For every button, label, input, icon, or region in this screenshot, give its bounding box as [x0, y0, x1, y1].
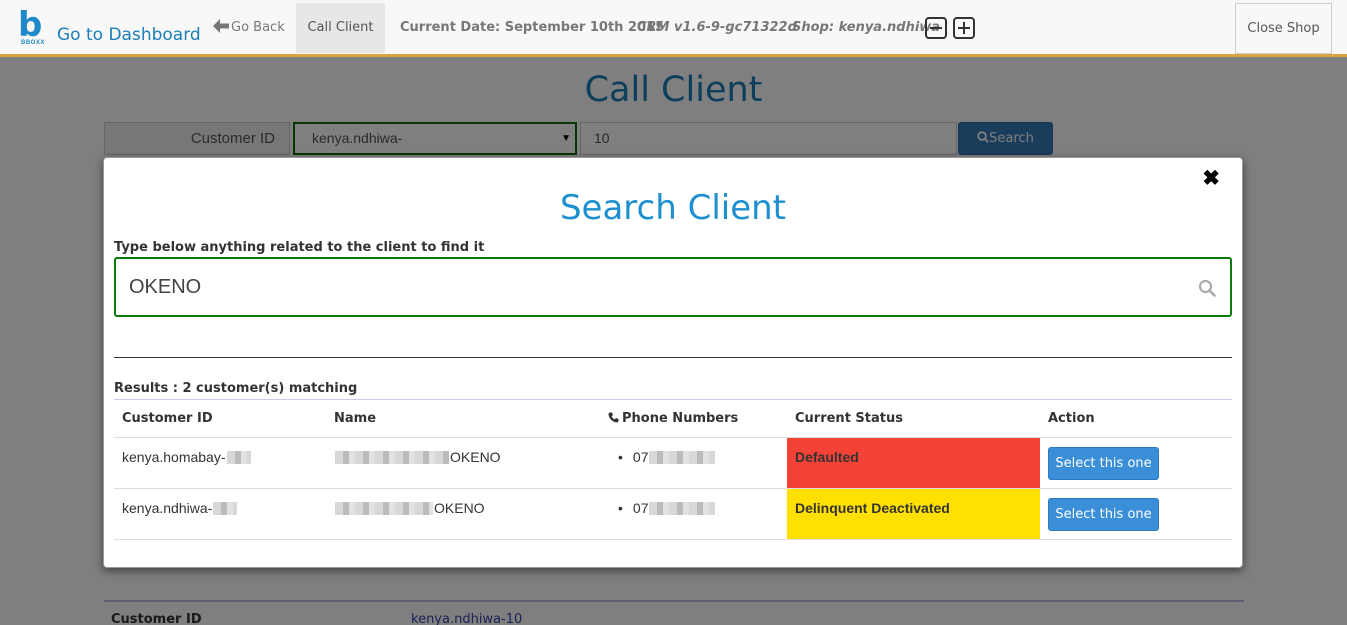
column-header-phone: Phone Numbers: [600, 400, 787, 438]
column-header-status: Current Status: [787, 400, 1040, 438]
customer-id-cell: kenya.homabay-: [114, 437, 326, 489]
select-this-one-button[interactable]: Select this one: [1048, 446, 1159, 480]
redacted-text: [226, 451, 251, 465]
column-header-phone-label: Phone Numbers: [622, 410, 739, 426]
phone-value: 07: [632, 448, 649, 465]
column-header-customer-id: Customer ID: [114, 400, 326, 438]
redacted-text: [649, 502, 716, 516]
search-instruction: Type below anything related to the clien…: [114, 240, 485, 255]
current-date: Current Date: September 10th 2015: [400, 20, 665, 35]
go-back-link[interactable]: Go Back: [213, 3, 285, 53]
customer-id-cell: kenya.ndhiwa-: [114, 488, 326, 540]
redacted-text: [649, 451, 716, 465]
phone-cell: 07: [600, 437, 787, 489]
logo-text: BBOXX: [21, 40, 45, 46]
close-shop-button[interactable]: Close Shop: [1235, 3, 1332, 54]
action-cell: Select this one: [1040, 488, 1232, 540]
phone-item: 07: [618, 449, 787, 465]
results-table: Customer ID Name Phone Numbers Current S…: [114, 400, 1232, 540]
logo-b-glyph: b: [18, 5, 43, 45]
table-row: kenya.ndhiwa- OKENO 07 Delinquent Deacti…: [114, 488, 1232, 540]
table-row: kenya.homabay- OKENO 07 Defaulted Select…: [114, 437, 1232, 489]
table-header-row: Customer ID Name Phone Numbers Current S…: [114, 400, 1232, 438]
shop-name: Shop: kenya.ndhiwa: [792, 20, 941, 35]
customer-id-value: kenya.homabay-: [122, 448, 226, 465]
column-header-action: Action: [1040, 400, 1232, 438]
column-header-name: Name: [326, 400, 600, 438]
client-search-input[interactable]: [114, 257, 1232, 317]
select-this-one-button[interactable]: Select this one: [1048, 497, 1159, 531]
arrow-left-icon: [213, 19, 229, 33]
phone-icon: [608, 412, 619, 423]
minus-square-icon[interactable]: [925, 17, 947, 39]
status-cell: Delinquent Deactivated: [787, 488, 1040, 540]
phone-value: 07: [632, 499, 649, 516]
redacted-text: [213, 502, 238, 516]
go-back-label: Go Back: [231, 20, 285, 35]
divider: [114, 357, 1232, 358]
plus-square-icon[interactable]: [953, 17, 975, 39]
crm-version: CRM v1.6-9-gc71322d: [637, 20, 797, 35]
name-value: OKENO: [450, 448, 501, 465]
action-cell: Select this one: [1040, 437, 1232, 489]
top-navbar: b BBOXX Go to Dashboard Go Back Call Cli…: [0, 0, 1347, 57]
results-count: Results : 2 customer(s) matching: [114, 381, 358, 396]
brand[interactable]: b BBOXX Go to Dashboard: [14, 8, 201, 48]
bboxx-logo[interactable]: b BBOXX: [14, 8, 50, 48]
name-cell: OKENO: [326, 437, 600, 489]
modal-title: Search Client: [559, 188, 787, 228]
name-value: OKENO: [434, 499, 485, 516]
search-client-modal: ✖ Search Client Type below anything rela…: [103, 157, 1243, 568]
phone-cell: 07: [600, 488, 787, 540]
search-icon: [1198, 279, 1216, 297]
call-client-tab[interactable]: Call Client: [296, 3, 385, 53]
redacted-text: [335, 502, 433, 516]
phone-item: 07: [618, 500, 787, 516]
status-cell: Defaulted: [787, 437, 1040, 489]
redacted-text: [335, 451, 449, 465]
customer-id-value: kenya.ndhiwa-: [122, 499, 213, 516]
name-cell: OKENO: [326, 488, 600, 540]
go-to-dashboard-link[interactable]: Go to Dashboard: [57, 25, 201, 45]
